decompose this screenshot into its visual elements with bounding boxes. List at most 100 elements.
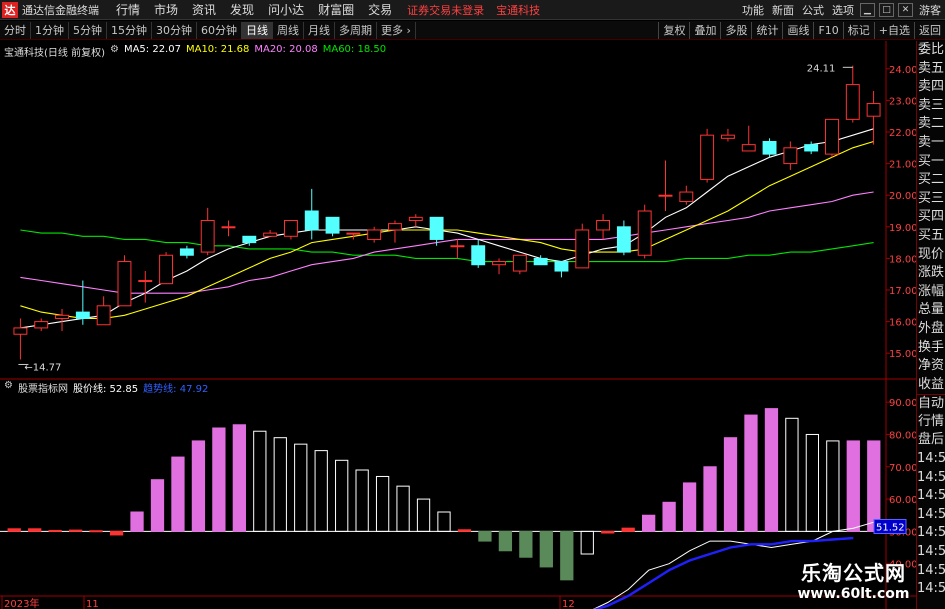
- price-tick-label: 24.00: [889, 65, 916, 76]
- price-tick-label: 22.00: [889, 128, 916, 139]
- sidebar-item[interactable]: 盘后: [917, 431, 945, 450]
- candle-body: [263, 232, 278, 237]
- tool-overlay[interactable]: 叠加: [689, 22, 720, 39]
- tool-stats[interactable]: 统计: [751, 22, 782, 39]
- period-1min[interactable]: 1分钟: [31, 21, 69, 39]
- tool-mark[interactable]: 标记: [842, 22, 874, 39]
- tool-f10[interactable]: F10: [813, 22, 842, 39]
- period-5min[interactable]: 5分钟: [69, 21, 107, 39]
- gear-icon[interactable]: ⚙: [110, 44, 119, 59]
- menu-quotes[interactable]: 行情: [116, 1, 140, 18]
- sidebar-item[interactable]: 涨跌: [917, 264, 945, 283]
- indicator-bar: [601, 530, 615, 534]
- menu-wealth[interactable]: 财富圈: [318, 1, 354, 18]
- tool-multi-stock[interactable]: 多股: [720, 22, 751, 39]
- period-toolbar: 分时 1分钟 5分钟 15分钟 30分钟 60分钟 日线 周线 月线 多周期 更…: [0, 21, 945, 40]
- indicator-bar: [498, 530, 513, 552]
- sidebar-item[interactable]: 14:5: [917, 524, 945, 543]
- candle-body: [825, 118, 839, 155]
- sidebar-item[interactable]: 行情: [917, 413, 945, 432]
- kline-chart[interactable]: 24.00 23.00 22.00 21.00 20.00 19.00 18.00 17.00…: [0, 41, 916, 609]
- candle-body: [845, 84, 860, 120]
- sidebar-item[interactable]: 外盘: [917, 320, 945, 339]
- app-logo-icon: 达: [2, 1, 18, 18]
- title-bar: 达 通达信金融终端 行情 市场 资讯 发现 问小达 财富圈 交易 证券交易未登录…: [0, 0, 945, 20]
- sidebar-item[interactable]: 卖三: [917, 97, 945, 116]
- sidebar-item[interactable]: 总量: [917, 301, 945, 320]
- candle-body: [96, 305, 111, 326]
- indicator-bar: [519, 530, 533, 558]
- date-label: 12: [562, 599, 575, 609]
- candle-body: [471, 245, 486, 266]
- sidebar-item[interactable]: 14:5: [917, 450, 945, 469]
- sidebar-item[interactable]: 净资: [917, 357, 945, 376]
- indicator-bar: [723, 437, 738, 532]
- indicator-bar: [335, 459, 349, 532]
- candle-body: [700, 134, 715, 180]
- candle-body: [720, 134, 735, 139]
- indicator-bar: [682, 482, 697, 532]
- indicator-bar: [785, 417, 799, 532]
- tool-back[interactable]: 返回: [914, 22, 945, 39]
- sidebar-item[interactable]: 买一: [917, 153, 945, 172]
- indicator-bar: [560, 530, 574, 581]
- sidebar-item[interactable]: 买四: [917, 208, 945, 227]
- chart-area[interactable]: 24.00 23.00 22.00 21.00 20.00 19.00 18.00 17.00…: [0, 41, 916, 609]
- menu-news[interactable]: 资讯: [192, 1, 216, 18]
- sidebar-item[interactable]: 换手: [917, 339, 945, 358]
- indicator-bar: [416, 498, 431, 532]
- gear-icon[interactable]: ⚙: [4, 380, 13, 395]
- sub-tick-label: 90.00: [889, 398, 916, 409]
- period-more[interactable]: 更多 ›: [377, 21, 416, 39]
- sidebar-item[interactable]: 14:5: [917, 487, 945, 506]
- menu-options[interactable]: 选项: [832, 2, 854, 18]
- period-multi[interactable]: 多周期: [335, 21, 377, 39]
- tool-add-watchlist[interactable]: +自选: [873, 22, 914, 39]
- menu-discover[interactable]: 发现: [230, 1, 254, 18]
- period-monthly[interactable]: 月线: [304, 21, 335, 39]
- menu-function[interactable]: 功能: [742, 2, 764, 18]
- sidebar-item[interactable]: 买二: [917, 171, 945, 190]
- watermark: 乐淘公式网 www.60lt.com: [762, 557, 945, 609]
- menu-ask[interactable]: 问小达: [268, 1, 304, 18]
- menu-market[interactable]: 市场: [154, 1, 178, 18]
- date-label: 11: [86, 599, 99, 609]
- sidebar-item[interactable]: 收益: [917, 376, 945, 395]
- candle-body: [658, 194, 673, 197]
- indicator-bar: [314, 450, 328, 532]
- current-value-label: 51.52: [876, 522, 905, 533]
- minimize-icon[interactable]: ▁: [860, 3, 875, 17]
- sidebar-item[interactable]: 买三: [917, 190, 945, 209]
- period-30min[interactable]: 30分钟: [152, 21, 197, 39]
- sidebar-item[interactable]: 14:5: [917, 506, 945, 525]
- sidebar-item[interactable]: 卖一: [917, 134, 945, 153]
- sidebar-item[interactable]: 卖五: [917, 60, 945, 79]
- period-60min[interactable]: 60分钟: [197, 21, 242, 39]
- sidebar-item[interactable]: 委比: [917, 41, 945, 60]
- sidebar-item[interactable]: 卖四: [917, 78, 945, 97]
- period-15min[interactable]: 15分钟: [107, 21, 152, 39]
- sidebar-item[interactable]: 卖二: [917, 115, 945, 134]
- guest-label[interactable]: 游客: [919, 2, 941, 18]
- sidebar-item[interactable]: 买五: [917, 227, 945, 246]
- tool-draw[interactable]: 画线: [782, 22, 813, 39]
- indicator-bar: [662, 501, 676, 532]
- candle-body: [304, 210, 319, 231]
- tool-adjust[interactable]: 复权: [658, 22, 689, 39]
- sidebar-item[interactable]: 现价: [917, 246, 945, 265]
- candle-body: [512, 254, 527, 272]
- menu-formula[interactable]: 公式: [802, 2, 824, 18]
- maximize-icon[interactable]: □: [879, 3, 894, 17]
- candle-body: [34, 321, 49, 329]
- sidebar-item[interactable]: 涨幅: [917, 283, 945, 302]
- menu-new-page[interactable]: 新面: [772, 2, 794, 18]
- period-timeshare[interactable]: 分时: [0, 21, 31, 39]
- sidebar-item[interactable]: 自动: [917, 394, 945, 413]
- sidebar-item[interactable]: 14:5: [917, 469, 945, 488]
- menu-trade[interactable]: 交易: [368, 1, 392, 18]
- login-notice[interactable]: 证券交易未登录: [407, 2, 484, 18]
- close-icon[interactable]: ✕: [898, 3, 913, 17]
- candle-body: [616, 226, 631, 253]
- period-weekly[interactable]: 周线: [273, 21, 304, 39]
- period-daily[interactable]: 日线: [242, 21, 273, 39]
